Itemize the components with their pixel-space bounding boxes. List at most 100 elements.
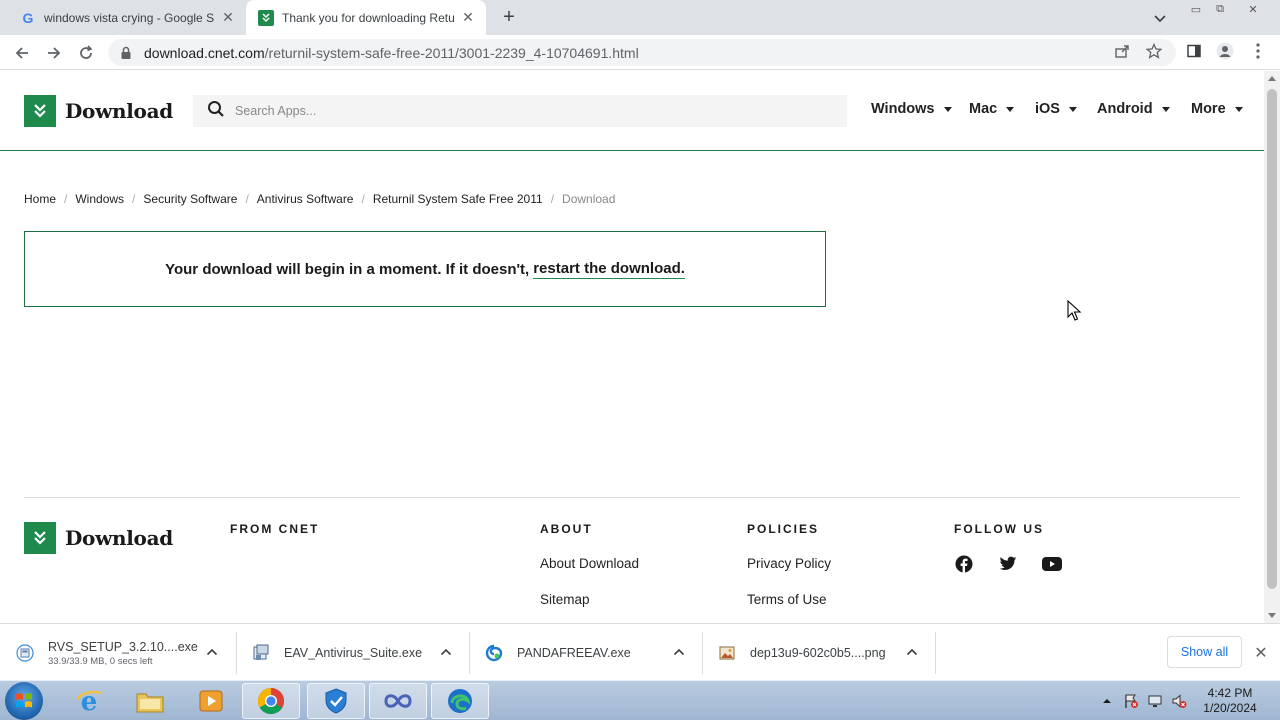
footer-logo[interactable]: Download: [24, 522, 173, 554]
breadcrumb-current: Download: [562, 192, 616, 206]
media-player-icon: [199, 690, 223, 712]
chevron-up-icon[interactable]: [206, 646, 218, 658]
facebook-icon[interactable]: [955, 555, 973, 573]
downloads-shelf: RVS_SETUP_3.2.10....exe 33.9/33.9 MB, 0 …: [0, 623, 1280, 680]
internet-explorer-icon: e: [76, 687, 103, 716]
download-item-panda[interactable]: PANDAFREEAV.exe: [485, 630, 631, 676]
taskbar-internet-explorer[interactable]: e: [60, 683, 118, 719]
close-shelf-icon[interactable]: ✕: [1252, 644, 1270, 662]
back-button[interactable]: [10, 41, 34, 65]
google-icon: G: [22, 9, 34, 26]
tab-google-search[interactable]: G windows vista crying - Google Se ✕: [8, 0, 246, 35]
tab-title: windows vista crying - Google Se: [44, 10, 214, 25]
breadcrumb-antivirus-software[interactable]: Antivirus Software: [257, 192, 354, 206]
caret-down-icon: [1234, 106, 1243, 112]
logo-text: Download: [65, 99, 173, 123]
search-box[interactable]: [193, 95, 847, 127]
footer-heading-about: ABOUT: [540, 522, 593, 536]
download-status: 33.9/33.9 MB, 0 secs left: [48, 655, 153, 667]
chevron-up-icon[interactable]: [906, 646, 918, 658]
tray-expand-chevron-icon[interactable]: [1099, 693, 1115, 709]
download-site-icon: [258, 9, 274, 26]
chevron-up-icon[interactable]: [440, 646, 452, 658]
download-item-rvs-setup[interactable]: RVS_SETUP_3.2.10....exe 33.9/33.9 MB, 0 …: [16, 630, 198, 676]
minimize-button[interactable]: ▭: [1185, 2, 1207, 16]
address-bar[interactable]: download.cnet.com/returnil-system-safe-f…: [108, 39, 1176, 66]
twitter-icon[interactable]: [999, 555, 1017, 573]
nav-more[interactable]: More: [1191, 101, 1243, 117]
footer-link-sitemap[interactable]: Sitemap: [540, 592, 590, 607]
bookmark-star-icon[interactable]: [1144, 41, 1164, 61]
profile-avatar-icon[interactable]: [1215, 41, 1235, 61]
lock-icon[interactable]: [120, 46, 134, 60]
installer-file-icon: [252, 644, 270, 662]
download-separator: [469, 632, 470, 674]
tab-download-cnet[interactable]: Thank you for downloading Retu ✕: [246, 0, 486, 35]
taskbar-media-player[interactable]: [182, 683, 240, 719]
action-center-flag-icon[interactable]: [1123, 693, 1139, 709]
breadcrumb: Home / Windows / Security Software / Antivi…: [24, 192, 616, 206]
close-tab-icon[interactable]: ✕: [460, 9, 476, 26]
tab-search-chevron-icon[interactable]: [1150, 8, 1170, 28]
nav-ios[interactable]: iOS: [1035, 101, 1077, 117]
search-input[interactable]: [235, 104, 795, 118]
scroll-down-arrow-icon[interactable]: [1268, 613, 1276, 618]
chevron-up-icon[interactable]: [673, 646, 685, 658]
share-icon[interactable]: [1112, 41, 1132, 61]
restore-button[interactable]: ⧉: [1209, 2, 1231, 16]
network-icon[interactable]: [1147, 693, 1163, 709]
menu-kebab-icon[interactable]: [1248, 41, 1268, 61]
caret-down-icon: [1068, 106, 1077, 112]
breadcrumb-product[interactable]: Returnil System Safe Free 2011: [373, 192, 543, 206]
show-all-downloads-button[interactable]: Show all: [1167, 636, 1242, 668]
nav-label: iOS: [1035, 101, 1060, 117]
footer-link-about-download[interactable]: About Download: [540, 556, 639, 571]
footer-link-terms-of-use[interactable]: Terms of Use: [747, 592, 827, 607]
edge-icon: [448, 689, 472, 713]
start-button[interactable]: [5, 682, 43, 720]
close-window-button[interactable]: ✕: [1242, 2, 1264, 16]
footer-heading-policies: POLICIES: [747, 522, 820, 536]
taskbar-edge[interactable]: [431, 683, 489, 719]
mouse-cursor-icon: [1067, 300, 1082, 321]
breadcrumb-windows[interactable]: Windows: [75, 192, 124, 206]
new-tab-button[interactable]: +: [498, 6, 520, 28]
nav-android[interactable]: Android: [1097, 101, 1170, 117]
page-scrollbar[interactable]: [1264, 71, 1280, 623]
clock-time: 4:42 PM: [1207, 686, 1253, 700]
scrollbar-thumb[interactable]: [1267, 89, 1277, 589]
scroll-up-arrow-icon[interactable]: [1268, 76, 1276, 81]
tab-title: Thank you for downloading Retu: [282, 10, 454, 25]
download-file-name: EAV_Antivirus_Suite.exe: [284, 646, 423, 660]
download-file-name: PANDAFREEAV.exe: [517, 646, 631, 660]
logo-text: Download: [65, 526, 173, 550]
footer-heading-from-cnet: FROM CNET: [230, 522, 320, 536]
site-logo[interactable]: Download: [24, 95, 173, 127]
download-separator: [935, 632, 936, 674]
close-tab-icon[interactable]: ✕: [220, 9, 236, 26]
download-logo-icon: [24, 95, 56, 127]
nav-windows[interactable]: Windows: [871, 101, 952, 117]
volume-muted-icon[interactable]: [1171, 693, 1187, 709]
edge-file-icon: [485, 644, 503, 662]
forward-button[interactable]: [42, 41, 66, 65]
breadcrumb-home[interactable]: Home: [24, 192, 56, 206]
reload-button[interactable]: [74, 41, 98, 65]
taskbar-file-explorer[interactable]: [121, 683, 179, 719]
restart-download-link[interactable]: restart the download.: [533, 260, 685, 279]
taskbar-chrome[interactable]: [242, 683, 300, 719]
download-item-png[interactable]: dep13u9-602c0b5....png: [718, 630, 886, 676]
taskbar-app-infinity[interactable]: [369, 683, 427, 719]
taskbar-defender[interactable]: [307, 683, 365, 719]
breadcrumb-security-software[interactable]: Security Software: [143, 192, 237, 206]
windows-logo-icon: [16, 693, 32, 708]
footer-link-privacy-policy[interactable]: Privacy Policy: [747, 556, 831, 571]
system-clock[interactable]: 4:42 PM 1/20/2024: [1196, 686, 1264, 716]
nav-label: Windows: [871, 101, 935, 117]
download-item-eav[interactable]: EAV_Antivirus_Suite.exe: [252, 630, 422, 676]
nav-mac[interactable]: Mac: [969, 101, 1015, 117]
side-panel-icon[interactable]: [1184, 41, 1204, 61]
youtube-icon[interactable]: [1042, 555, 1062, 573]
nav-label: Mac: [969, 101, 998, 117]
tab-strip: G windows vista crying - Google Se ✕ Tha…: [0, 0, 1280, 35]
